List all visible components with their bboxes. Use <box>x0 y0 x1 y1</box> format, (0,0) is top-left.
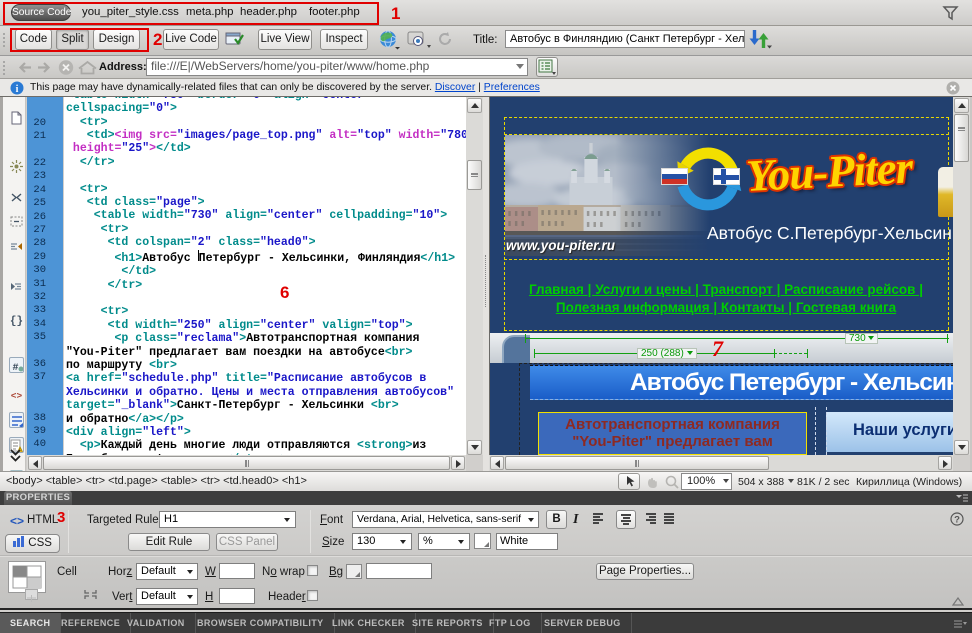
svg-text:i: i <box>16 84 19 95</box>
svg-text:#: # <box>12 363 18 373</box>
svg-text:<>: <> <box>11 391 23 402</box>
svg-text:?: ? <box>954 515 960 526</box>
svg-text:{}: {} <box>10 316 23 327</box>
